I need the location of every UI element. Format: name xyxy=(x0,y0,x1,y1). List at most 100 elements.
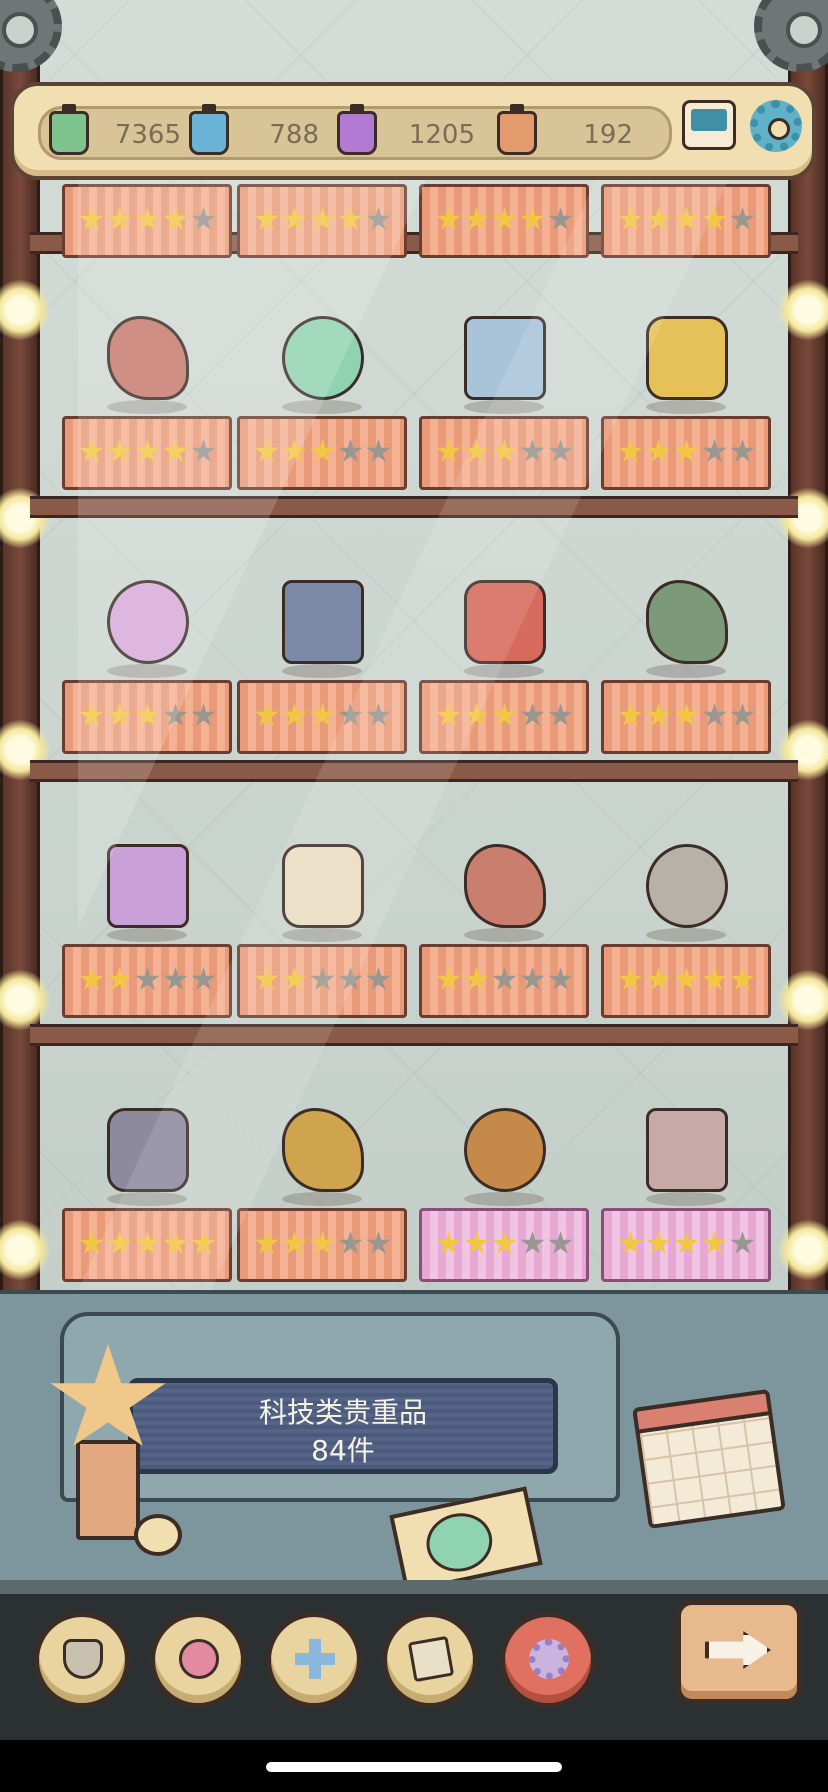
item-shadow xyxy=(282,1192,362,1206)
collection-slot[interactable] xyxy=(62,550,232,760)
collection-slot[interactable] xyxy=(419,1078,589,1288)
star-empty-icon xyxy=(366,207,391,230)
flywheel-engine-icon[interactable] xyxy=(252,1098,392,1206)
item-shadow xyxy=(464,928,544,942)
star-filled-icon xyxy=(135,703,160,726)
star-filled-icon xyxy=(107,439,132,462)
collection-slot[interactable] xyxy=(62,286,232,496)
collection-slot[interactable] xyxy=(237,550,407,760)
gold-ore-icon[interactable] xyxy=(616,306,756,414)
settings-gear-icon[interactable] xyxy=(750,100,802,152)
item-art xyxy=(107,1108,189,1192)
star-filled-icon xyxy=(436,703,461,726)
star-filled-icon xyxy=(674,207,699,230)
star-empty-icon xyxy=(366,439,391,462)
shelf-cloth xyxy=(237,1208,407,1282)
collection-slot[interactable] xyxy=(601,550,771,760)
star-filled-icon xyxy=(618,439,643,462)
resource-pill: 7365 788 1205 192 xyxy=(38,104,672,160)
collection-slot[interactable] xyxy=(62,814,232,1024)
radioactive-barrel-icon[interactable] xyxy=(616,570,756,678)
star-filled-icon xyxy=(107,967,132,990)
star-empty-icon xyxy=(310,967,335,990)
star-empty-icon xyxy=(492,967,517,990)
star-filled-icon xyxy=(254,439,279,462)
home-indicator[interactable] xyxy=(266,1762,562,1772)
wheel-machine-icon[interactable] xyxy=(616,1098,756,1206)
brass-cannon-icon[interactable] xyxy=(434,1098,574,1206)
lamp-icon xyxy=(0,1220,50,1280)
lamp-icon xyxy=(778,280,828,340)
star-filled-icon xyxy=(646,1231,671,1254)
collection-slot[interactable] xyxy=(237,814,407,1024)
star-filled-icon xyxy=(135,1231,160,1254)
star-filled-icon xyxy=(674,1231,699,1254)
star-empty-icon xyxy=(730,207,755,230)
cross-tab[interactable] xyxy=(266,1612,362,1708)
collection-slot[interactable] xyxy=(237,286,407,496)
collection-slot[interactable] xyxy=(601,814,771,1024)
shelf-cloth xyxy=(62,184,232,258)
star-filled-icon xyxy=(436,967,461,990)
star-filled-icon xyxy=(646,207,671,230)
star-rating xyxy=(254,967,394,999)
green-crystal-icon[interactable] xyxy=(252,306,392,414)
red-robot-eye-icon[interactable] xyxy=(434,570,574,678)
collection-slot[interactable] xyxy=(237,1078,407,1288)
scientist-book-icon[interactable] xyxy=(252,570,392,678)
collection-slot[interactable] xyxy=(419,286,589,496)
shelf-cloth xyxy=(601,416,771,490)
tech-tab[interactable] xyxy=(500,1612,596,1708)
sphere-machine-icon[interactable] xyxy=(434,834,574,942)
collection-slot[interactable] xyxy=(419,814,589,1024)
shelf-cloth xyxy=(62,680,232,754)
shelf-cloth xyxy=(237,944,407,1018)
star-empty-icon xyxy=(520,1231,545,1254)
trophy-base[interactable] xyxy=(76,1440,140,1540)
star-filled-icon xyxy=(282,967,307,990)
documents-icon[interactable] xyxy=(252,834,392,942)
item-shadow xyxy=(646,664,726,678)
star-filled-icon xyxy=(310,1231,335,1254)
box-robot-icon[interactable] xyxy=(77,1098,217,1206)
star-filled-icon xyxy=(618,207,643,230)
star-filled-icon xyxy=(79,1231,104,1254)
item-shadow xyxy=(107,928,187,942)
shelf-beam xyxy=(30,496,798,518)
collection-slot[interactable] xyxy=(419,550,589,760)
scroll-tab[interactable] xyxy=(382,1612,478,1708)
item-shadow xyxy=(464,664,544,678)
shelf-cloth xyxy=(601,184,771,258)
satellite-icon[interactable] xyxy=(434,306,574,414)
item-art xyxy=(646,580,728,664)
star-empty-icon xyxy=(338,967,363,990)
star-filled-icon xyxy=(674,439,699,462)
star-rating xyxy=(79,967,219,999)
rose-icon xyxy=(179,1639,219,1679)
mech-robot-icon[interactable] xyxy=(616,834,756,942)
collection-slot[interactable] xyxy=(601,286,771,496)
mail-icon[interactable] xyxy=(682,100,736,150)
steampunk-engine-icon[interactable] xyxy=(77,306,217,414)
rose-tab[interactable] xyxy=(150,1612,246,1708)
shelf-cloth xyxy=(237,184,407,258)
next-arrow-button[interactable] xyxy=(676,1600,802,1704)
collection-slot[interactable] xyxy=(601,1078,771,1288)
puzzle-cube-icon[interactable] xyxy=(77,570,217,678)
star-empty-icon xyxy=(191,207,216,230)
collection-slot[interactable] xyxy=(62,1078,232,1288)
item-art xyxy=(464,316,546,400)
star-filled-icon xyxy=(674,967,699,990)
gear-icon xyxy=(529,1639,569,1679)
trophy-tab[interactable] xyxy=(34,1612,130,1708)
star-filled-icon xyxy=(618,967,643,990)
star-filled-icon xyxy=(464,439,489,462)
star-filled-icon xyxy=(338,207,363,230)
shelf-beam xyxy=(30,760,798,782)
star-empty-icon xyxy=(520,439,545,462)
dna-helix-icon[interactable] xyxy=(77,834,217,942)
item-art xyxy=(646,1108,728,1192)
calendar-icon[interactable] xyxy=(632,1388,786,1530)
star-empty-icon xyxy=(163,967,188,990)
star-empty-icon xyxy=(702,439,727,462)
